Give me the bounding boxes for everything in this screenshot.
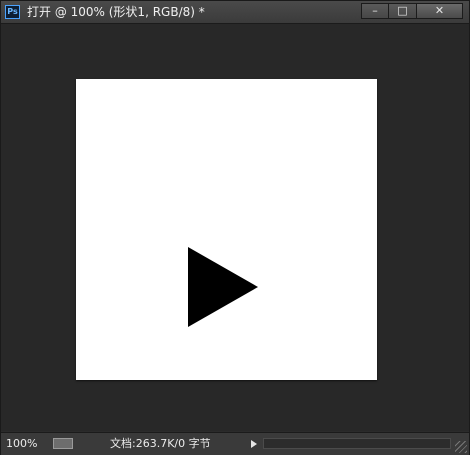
- document-canvas[interactable]: [76, 79, 377, 380]
- status-bar: 100% 文档:263.7K/0 字节: [1, 432, 469, 455]
- maximize-button[interactable]: □: [389, 3, 417, 19]
- horizontal-scrollbar[interactable]: [263, 438, 451, 449]
- canvas-area[interactable]: [1, 24, 469, 431]
- zoom-level[interactable]: 100%: [6, 437, 37, 451]
- photoshop-app-icon: Ps: [5, 5, 20, 19]
- info-menu-arrow-icon[interactable]: [251, 440, 257, 448]
- document-info: 文档:263.7K/0 字节: [110, 437, 211, 450]
- status-bar-icon[interactable]: [53, 438, 73, 449]
- window-title: 打开 @ 100% (形状1, RGB/8) *: [27, 5, 205, 19]
- minimize-button[interactable]: –: [361, 3, 389, 19]
- play-triangle-icon[interactable]: [188, 247, 260, 329]
- window-controls: – □ ✕: [361, 3, 463, 19]
- close-button[interactable]: ✕: [417, 3, 463, 19]
- document-window: Ps 打开 @ 100% (形状1, RGB/8) * – □ ✕ 100% 文…: [0, 0, 470, 455]
- title-bar[interactable]: Ps 打开 @ 100% (形状1, RGB/8) * – □ ✕: [1, 1, 469, 24]
- resize-grip-icon[interactable]: [455, 441, 467, 453]
